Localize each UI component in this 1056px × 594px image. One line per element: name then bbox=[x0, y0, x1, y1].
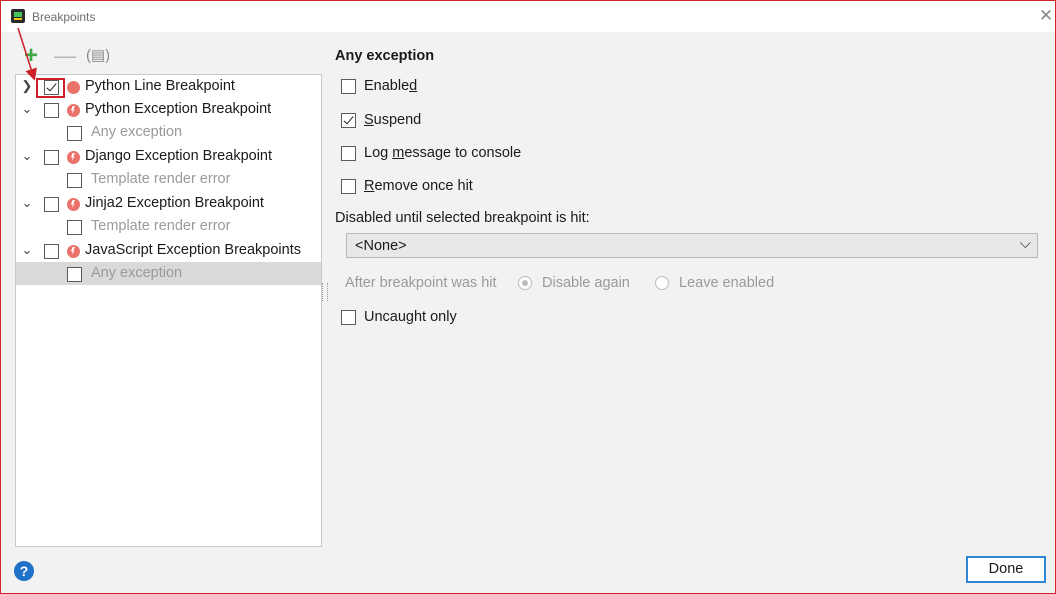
checkbox-template-render-jinja2[interactable] bbox=[67, 220, 82, 235]
tree-row-jinja2-exception[interactable]: ⌄ Jinja2 Exception Breakpoint bbox=[16, 192, 321, 215]
uncaught-only-label: Uncaught only bbox=[364, 309, 457, 325]
uncaught-only-checkbox[interactable] bbox=[341, 310, 356, 325]
remove-once-hit-label: Remove once hit bbox=[364, 178, 473, 194]
tree-row-template-render-jinja2[interactable]: Template render error bbox=[16, 215, 321, 238]
done-button[interactable]: Done bbox=[966, 556, 1046, 583]
checkbox-django-exception[interactable] bbox=[44, 150, 59, 165]
tree-row-label: Python Exception Breakpoint bbox=[85, 101, 272, 117]
log-message-label: Log message to console bbox=[364, 145, 522, 161]
checkbox-any-exception-javascript[interactable] bbox=[67, 267, 82, 282]
breakpoint-dropdown[interactable]: <None> ⌵ bbox=[346, 233, 1038, 258]
checkbox-template-render-django[interactable] bbox=[67, 173, 82, 188]
close-icon[interactable]: ✕ bbox=[1037, 7, 1055, 25]
window-title: Breakpoints bbox=[32, 10, 96, 24]
disable-again-radio[interactable] bbox=[518, 276, 532, 290]
chevron-down-icon[interactable]: ⌄ bbox=[20, 242, 34, 258]
tree-row-label: Template render error bbox=[91, 218, 231, 234]
line-breakpoint-icon bbox=[67, 81, 80, 94]
tree-row-python-exception[interactable]: ⌄ Python Exception Breakpoint bbox=[16, 98, 321, 121]
suspend-label: Suspend bbox=[364, 112, 422, 128]
chevron-down-icon[interactable]: ⌄ bbox=[20, 148, 34, 164]
title-bar: Breakpoints ✕ bbox=[1, 1, 1055, 32]
exception-breakpoint-icon bbox=[67, 104, 80, 117]
tree-row-label: Jinja2 Exception Breakpoint bbox=[85, 195, 264, 211]
details-heading: Any exception bbox=[335, 48, 435, 64]
checkbox-javascript-exception[interactable] bbox=[44, 244, 59, 259]
disable-again-label: Disable again bbox=[542, 275, 630, 291]
chevron-down-icon: ⌵ bbox=[1019, 235, 1031, 252]
leave-enabled-radio[interactable] bbox=[655, 276, 669, 290]
enabled-label: Enabled bbox=[364, 78, 418, 94]
dropdown-value: <None> bbox=[355, 238, 407, 254]
disabled-until-label: Disabled until selected breakpoint is hi… bbox=[335, 210, 590, 226]
highlight-box bbox=[36, 78, 65, 98]
help-button[interactable]: ? bbox=[14, 561, 34, 581]
tree-row-any-exception-python[interactable]: Any exception bbox=[16, 121, 321, 144]
enabled-checkbox[interactable] bbox=[341, 79, 356, 94]
tree-row-label: Any exception bbox=[91, 124, 183, 140]
pycharm-app-icon bbox=[11, 9, 25, 23]
checkbox-python-exception[interactable] bbox=[44, 103, 59, 118]
tree-row-label: Python Line Breakpoint bbox=[85, 78, 235, 94]
log-message-checkbox[interactable] bbox=[341, 146, 356, 161]
suspend-checkbox[interactable] bbox=[341, 113, 356, 128]
checkbox-jinja2-exception[interactable] bbox=[44, 197, 59, 212]
tree-row-label: Django Exception Breakpoint bbox=[85, 148, 273, 164]
chevron-down-icon[interactable]: ⌄ bbox=[20, 195, 34, 211]
exception-breakpoint-icon bbox=[67, 245, 80, 258]
minus-icon[interactable]: — bbox=[54, 45, 76, 67]
exception-breakpoint-icon bbox=[67, 198, 80, 211]
checkbox-any-exception-python[interactable] bbox=[67, 126, 82, 141]
tree-row-any-exception-javascript[interactable]: Any exception bbox=[16, 262, 321, 285]
tree-row-label: Template render error bbox=[91, 171, 231, 187]
plus-icon[interactable]: + bbox=[20, 44, 42, 68]
tree-row-javascript-exception[interactable]: ⌄ JavaScript Exception Breakpoints bbox=[16, 239, 321, 262]
leave-enabled-label: Leave enabled bbox=[679, 275, 775, 291]
remove-once-hit-checkbox[interactable] bbox=[341, 179, 356, 194]
chevron-down-icon[interactable]: ⌄ bbox=[20, 101, 34, 117]
chevron-right-icon[interactable]: ❯ bbox=[20, 78, 34, 94]
panel-splitter-handle[interactable] bbox=[322, 283, 328, 301]
tree-row-django-exception[interactable]: ⌄ Django Exception Breakpoint bbox=[16, 145, 321, 168]
tree-row-template-render-django[interactable]: Template render error bbox=[16, 168, 321, 191]
group-by-icon[interactable]: (▤) bbox=[86, 45, 110, 67]
tree-row-label: Any exception bbox=[91, 265, 183, 281]
after-hit-label: After breakpoint was hit bbox=[345, 275, 497, 291]
exception-breakpoint-icon bbox=[67, 151, 80, 164]
tree-row-label: JavaScript Exception Breakpoints bbox=[85, 242, 301, 258]
breakpoint-tree: ❯ Python Line Breakpoint ⌄ Python Except… bbox=[15, 74, 322, 547]
